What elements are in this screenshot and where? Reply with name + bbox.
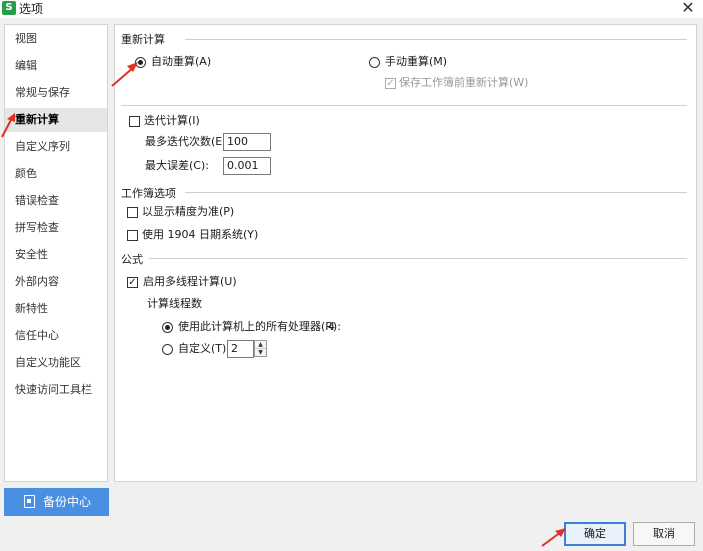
use-all-processors-radio[interactable] [162,322,173,333]
backup-center-button[interactable]: 备份中心 [4,488,109,516]
sidebar-item-view[interactable]: 视图 [5,27,107,51]
settings-panel: 重新计算 自动重算(A) 手动重算(M) ✓ 保存工作簿前重新计算(W) 迭代计… [114,24,697,482]
sidebar-item-recalculation[interactable]: 重新计算 [5,108,107,132]
save-before-recalc-checkbox[interactable]: ✓ [385,78,396,89]
sidebar-item-trust-center[interactable]: 信任中心 [5,324,107,348]
annotation-arrow-icon [541,528,566,547]
multithread-checkbox[interactable]: ✓ [127,277,138,288]
title-bar: S 选项 ✕ [0,0,703,18]
window-title: 选项 [19,2,44,16]
use-all-processors-label[interactable]: 使用此计算机上的所有处理器(R): [178,320,341,334]
sidebar-item-spelling[interactable]: 拼写检查 [5,216,107,240]
ok-button[interactable]: 确定 [564,522,626,546]
backup-icon [24,495,35,508]
sidebar-item-new-features[interactable]: 新特性 [5,297,107,321]
sidebar-item-external-content[interactable]: 外部内容 [5,270,107,294]
max-iterations-label: 最多迭代次数(E): [145,135,231,148]
auto-recalc-label[interactable]: 自动重算(A) [151,55,211,69]
sidebar-item-customize-ribbon[interactable]: 自定义功能区 [5,351,107,375]
custom-threads-input[interactable]: 2 [227,340,254,358]
date-1904-checkbox[interactable] [127,230,138,241]
spinner-down-icon[interactable]: ▼ [255,349,266,356]
sidebar-item-error-checking[interactable]: 错误检查 [5,189,107,213]
custom-threads-label[interactable]: 自定义(T) [178,342,226,356]
cancel-button[interactable]: 取消 [633,522,695,546]
manual-recalc-radio[interactable] [369,57,380,68]
section-title-recalculation: 重新计算 [121,31,169,47]
precision-as-displayed-label[interactable]: 以显示精度为准(P) [142,205,234,219]
manual-recalc-label[interactable]: 手动重算(M) [385,55,447,69]
backup-center-label: 备份中心 [43,495,92,509]
annotation-arrow-icon [111,62,138,87]
sidebar-item-security[interactable]: 安全性 [5,243,107,267]
section-divider [185,39,687,40]
multithread-label[interactable]: 启用多线程计算(U) [143,275,237,289]
section-divider [185,192,687,193]
section-title-formula: 公式 [121,251,147,267]
spinner-up-icon[interactable]: ▲ [255,341,266,349]
section-title-workbook-options: 工作簿选项 [121,185,180,201]
save-before-recalc-label: 保存工作簿前重新计算(W) [399,76,529,89]
sidebar-item-quick-access-toolbar[interactable]: 快速访问工具栏 [5,378,107,402]
precision-as-displayed-checkbox[interactable] [127,207,138,218]
sidebar-item-color[interactable]: 颜色 [5,162,107,186]
date-1904-label[interactable]: 使用 1904 日期系统(Y) [142,228,258,242]
annotation-arrow-icon [1,113,15,138]
iteration-checkbox[interactable] [129,116,140,127]
section-divider [121,105,687,106]
custom-threads-spinner[interactable]: ▲ ▼ [254,340,267,357]
iteration-label[interactable]: 迭代计算(I) [144,114,200,128]
processor-count: 4 [328,320,335,333]
sidebar-item-edit[interactable]: 编辑 [5,54,107,78]
sidebar: 视图 编辑 常规与保存 重新计算 自定义序列 颜色 错误检查 拼写检查 安全性 … [4,24,108,482]
sidebar-item-general-save[interactable]: 常规与保存 [5,81,107,105]
app-icon: S [2,1,16,15]
sidebar-item-custom-lists[interactable]: 自定义序列 [5,135,107,159]
max-iterations-input[interactable]: 100 [223,133,271,151]
max-change-input[interactable]: 0.001 [223,157,271,175]
section-divider [149,258,687,259]
thread-count-title: 计算线程数 [147,297,202,310]
close-icon[interactable]: ✕ [676,0,700,18]
custom-threads-radio[interactable] [162,344,173,355]
max-change-label: 最大误差(C): [145,159,209,172]
